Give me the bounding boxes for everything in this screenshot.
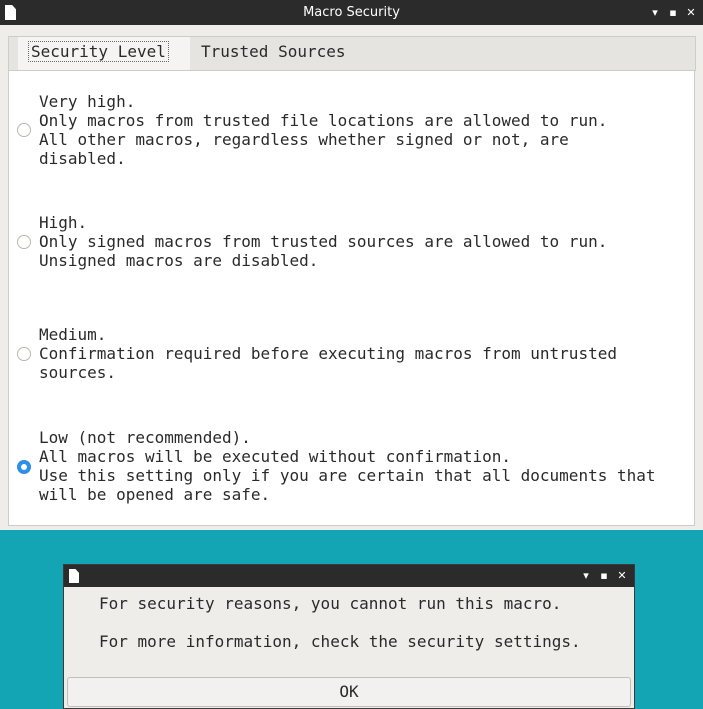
maximize-icon[interactable]: ▪ [664,0,682,25]
tab-trusted-sources-label: Trusted Sources [201,42,346,61]
radio-high[interactable] [17,235,31,249]
ok-button[interactable]: OK [67,677,631,707]
dialog-maximize-icon[interactable]: ▪ [595,565,613,587]
option-low-text: Low (not recommended). All macros will b… [39,428,656,504]
option-high-text: High. Only signed macros from trusted so… [39,213,608,270]
tab-security-level[interactable]: Security Level [18,37,190,73]
dialog-message-info: For more information, check the security… [99,632,581,651]
radio-medium[interactable] [17,347,31,361]
window-title: Macro Security [303,5,400,20]
minimize-icon[interactable]: ▾ [646,0,664,25]
radio-low[interactable] [17,460,31,474]
dialog-document-icon [69,569,79,583]
security-warning-dialog: ▾ ▪ ✕ For security reasons, you cannot r… [63,564,635,709]
macro-security-window: Security Level Trusted Sources Very high… [0,25,703,530]
option-very-high-text: Very high. Only macros from trusted file… [39,92,608,168]
radio-very-high[interactable] [17,123,31,137]
security-level-panel: Very high. Only macros from trusted file… [8,70,695,526]
tab-bar: Security Level Trusted Sources [8,36,696,73]
dialog-minimize-icon[interactable]: ▾ [577,565,595,587]
window-titlebar[interactable]: Macro Security ▾ ▪ ✕ [0,0,703,25]
tab-trusted-sources[interactable]: Trusted Sources [191,37,356,70]
tab-security-level-label: Security Level [28,41,169,62]
option-medium-text: Medium. Confirmation required before exe… [39,325,617,382]
dialog-titlebar[interactable]: ▾ ▪ ✕ [64,565,634,587]
close-icon[interactable]: ✕ [682,0,700,25]
dialog-message-security: For security reasons, you cannot run thi… [99,594,562,613]
dialog-close-icon[interactable]: ✕ [613,565,631,587]
